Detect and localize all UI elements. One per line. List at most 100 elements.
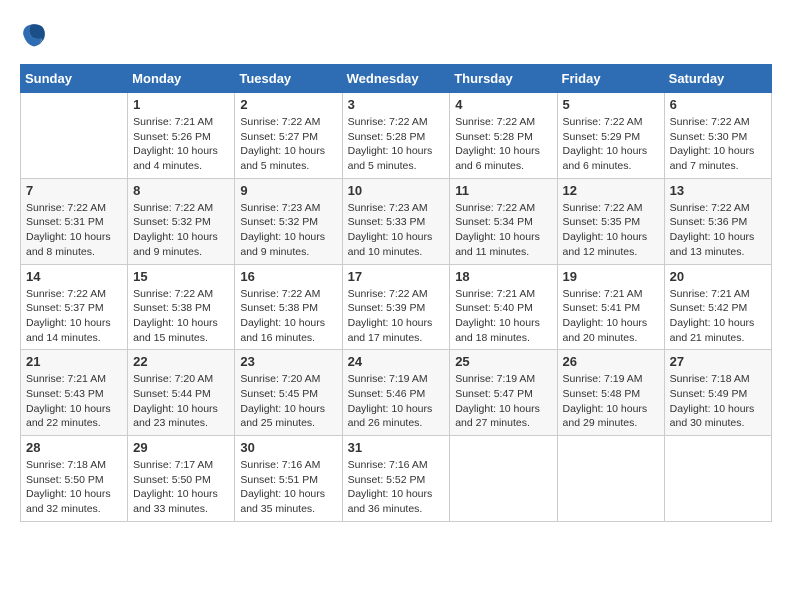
day-info: Sunrise: 7:18 AM Sunset: 5:50 PM Dayligh… [26,458,122,517]
day-info: Sunrise: 7:21 AM Sunset: 5:26 PM Dayligh… [133,115,229,174]
calendar-cell: 25 Sunrise: 7:19 AM Sunset: 5:47 PM Dayli… [450,350,557,436]
day-info: Sunrise: 7:21 AM Sunset: 5:41 PM Dayligh… [563,287,659,346]
calendar-header-row: SundayMondayTuesdayWednesdayThursdayFrid… [21,65,772,93]
day-info: Sunrise: 7:19 AM Sunset: 5:47 PM Dayligh… [455,372,551,431]
calendar-week-row: 28 Sunrise: 7:18 AM Sunset: 5:50 PM Dayli… [21,436,772,522]
day-number: 29 [133,440,229,455]
day-number: 9 [240,183,336,198]
day-info: Sunrise: 7:22 AM Sunset: 5:30 PM Dayligh… [670,115,766,174]
day-number: 6 [670,97,766,112]
day-number: 4 [455,97,551,112]
calendar-cell: 31 Sunrise: 7:16 AM Sunset: 5:52 PM Dayli… [342,436,450,522]
day-info: Sunrise: 7:17 AM Sunset: 5:50 PM Dayligh… [133,458,229,517]
calendar-cell: 15 Sunrise: 7:22 AM Sunset: 5:38 PM Dayli… [128,264,235,350]
calendar-cell: 11Sunrise: 7:22 AM Sunset: 5:34 PM Dayli… [450,178,557,264]
day-number: 22 [133,354,229,369]
calendar-week-row: 14 Sunrise: 7:22 AM Sunset: 5:37 PM Dayli… [21,264,772,350]
day-number: 8 [133,183,229,198]
calendar-cell: 12Sunrise: 7:22 AM Sunset: 5:35 PM Dayli… [557,178,664,264]
day-number: 27 [670,354,766,369]
logo-icon [20,20,48,48]
day-info: Sunrise: 7:23 AM Sunset: 5:33 PM Dayligh… [348,201,445,260]
day-info: Sunrise: 7:20 AM Sunset: 5:45 PM Dayligh… [240,372,336,431]
day-info: Sunrise: 7:21 AM Sunset: 5:42 PM Dayligh… [670,287,766,346]
calendar-cell: 22 Sunrise: 7:20 AM Sunset: 5:44 PM Dayli… [128,350,235,436]
calendar-cell: 16Sunrise: 7:22 AM Sunset: 5:38 PM Dayli… [235,264,342,350]
calendar-cell [664,436,771,522]
calendar-cell: 30 Sunrise: 7:16 AM Sunset: 5:51 PM Dayli… [235,436,342,522]
calendar-cell: 20 Sunrise: 7:21 AM Sunset: 5:42 PM Dayli… [664,264,771,350]
calendar-week-row: 21 Sunrise: 7:21 AM Sunset: 5:43 PM Dayli… [21,350,772,436]
calendar-cell: 3Sunrise: 7:22 AM Sunset: 5:28 PM Daylig… [342,93,450,179]
day-info: Sunrise: 7:16 AM Sunset: 5:52 PM Dayligh… [348,458,445,517]
day-number: 25 [455,354,551,369]
calendar-week-row: 7 Sunrise: 7:22 AM Sunset: 5:31 PM Daylig… [21,178,772,264]
day-number: 13 [670,183,766,198]
day-number: 20 [670,269,766,284]
calendar-cell [450,436,557,522]
header-wednesday: Wednesday [342,65,450,93]
calendar-cell: 19Sunrise: 7:21 AM Sunset: 5:41 PM Dayli… [557,264,664,350]
day-number: 21 [26,354,122,369]
page-header [20,20,772,48]
day-info: Sunrise: 7:16 AM Sunset: 5:51 PM Dayligh… [240,458,336,517]
day-info: Sunrise: 7:22 AM Sunset: 5:27 PM Dayligh… [240,115,336,174]
day-info: Sunrise: 7:22 AM Sunset: 5:38 PM Dayligh… [133,287,229,346]
day-info: Sunrise: 7:22 AM Sunset: 5:36 PM Dayligh… [670,201,766,260]
header-friday: Friday [557,65,664,93]
day-number: 30 [240,440,336,455]
day-number: 7 [26,183,122,198]
day-info: Sunrise: 7:22 AM Sunset: 5:28 PM Dayligh… [348,115,445,174]
day-number: 14 [26,269,122,284]
day-number: 2 [240,97,336,112]
calendar-cell: 17 Sunrise: 7:22 AM Sunset: 5:39 PM Dayli… [342,264,450,350]
day-number: 24 [348,354,445,369]
day-info: Sunrise: 7:22 AM Sunset: 5:31 PM Dayligh… [26,201,122,260]
calendar-cell: 29 Sunrise: 7:17 AM Sunset: 5:50 PM Dayli… [128,436,235,522]
day-info: Sunrise: 7:22 AM Sunset: 5:37 PM Dayligh… [26,287,122,346]
calendar-cell: 5Sunrise: 7:22 AM Sunset: 5:29 PM Daylig… [557,93,664,179]
day-number: 5 [563,97,659,112]
day-info: Sunrise: 7:22 AM Sunset: 5:34 PM Dayligh… [455,201,551,260]
calendar-cell: 24 Sunrise: 7:19 AM Sunset: 5:46 PM Dayli… [342,350,450,436]
day-info: Sunrise: 7:19 AM Sunset: 5:46 PM Dayligh… [348,372,445,431]
calendar-cell: 27Sunrise: 7:18 AM Sunset: 5:49 PM Dayli… [664,350,771,436]
calendar-cell: 10 Sunrise: 7:23 AM Sunset: 5:33 PM Dayli… [342,178,450,264]
day-number: 28 [26,440,122,455]
calendar-cell: 26 Sunrise: 7:19 AM Sunset: 5:48 PM Dayli… [557,350,664,436]
day-info: Sunrise: 7:22 AM Sunset: 5:32 PM Dayligh… [133,201,229,260]
day-number: 23 [240,354,336,369]
calendar-cell: 14 Sunrise: 7:22 AM Sunset: 5:37 PM Dayli… [21,264,128,350]
calendar-cell [21,93,128,179]
calendar-cell: 4 Sunrise: 7:22 AM Sunset: 5:28 PM Daylig… [450,93,557,179]
calendar-cell: 1 Sunrise: 7:21 AM Sunset: 5:26 PM Daylig… [128,93,235,179]
header-sunday: Sunday [21,65,128,93]
day-number: 17 [348,269,445,284]
day-info: Sunrise: 7:21 AM Sunset: 5:43 PM Dayligh… [26,372,122,431]
calendar-cell: 13 Sunrise: 7:22 AM Sunset: 5:36 PM Dayli… [664,178,771,264]
calendar-cell: 21 Sunrise: 7:21 AM Sunset: 5:43 PM Dayli… [21,350,128,436]
day-info: Sunrise: 7:22 AM Sunset: 5:39 PM Dayligh… [348,287,445,346]
day-number: 26 [563,354,659,369]
calendar-cell [557,436,664,522]
calendar-cell: 23 Sunrise: 7:20 AM Sunset: 5:45 PM Dayli… [235,350,342,436]
day-number: 10 [348,183,445,198]
calendar-cell: 8 Sunrise: 7:22 AM Sunset: 5:32 PM Daylig… [128,178,235,264]
day-number: 31 [348,440,445,455]
calendar-cell: 2 Sunrise: 7:22 AM Sunset: 5:27 PM Daylig… [235,93,342,179]
header-saturday: Saturday [664,65,771,93]
day-number: 18 [455,269,551,284]
header-monday: Monday [128,65,235,93]
day-info: Sunrise: 7:20 AM Sunset: 5:44 PM Dayligh… [133,372,229,431]
day-number: 15 [133,269,229,284]
day-number: 1 [133,97,229,112]
calendar-table: SundayMondayTuesdayWednesdayThursdayFrid… [20,64,772,522]
calendar-cell: 18Sunrise: 7:21 AM Sunset: 5:40 PM Dayli… [450,264,557,350]
day-info: Sunrise: 7:23 AM Sunset: 5:32 PM Dayligh… [240,201,336,260]
logo [20,20,54,48]
day-info: Sunrise: 7:19 AM Sunset: 5:48 PM Dayligh… [563,372,659,431]
calendar-cell: 7 Sunrise: 7:22 AM Sunset: 5:31 PM Daylig… [21,178,128,264]
header-tuesday: Tuesday [235,65,342,93]
header-thursday: Thursday [450,65,557,93]
day-info: Sunrise: 7:22 AM Sunset: 5:28 PM Dayligh… [455,115,551,174]
